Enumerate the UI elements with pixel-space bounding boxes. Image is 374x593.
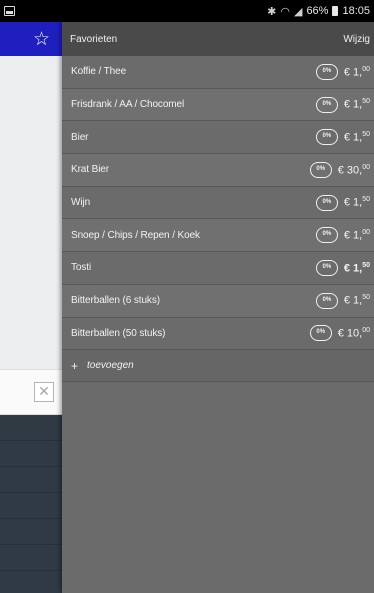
favorite-item-name: Bitterballen (50 stuks): [71, 327, 166, 339]
price-cents: 00: [362, 327, 370, 335]
discount-badge[interactable]: 0%: [315, 63, 338, 80]
favorite-item-name: Frisdrank / AA / Chocomel: [71, 99, 185, 111]
favorite-item[interactable]: Krat Bier 0% € 30,00: [62, 154, 374, 187]
price-main: € 1,: [343, 229, 363, 242]
background-dark-row: [0, 467, 62, 493]
signal-icon: ◢: [293, 5, 303, 18]
favorite-item[interactable]: Bitterballen (6 stuks) 0% € 1,50: [62, 284, 374, 318]
battery-percent: 66%: [306, 5, 329, 17]
favorite-item-right: 0% € 1,50: [315, 194, 370, 211]
edit-button[interactable]: Wijzig: [343, 34, 370, 45]
price-main: € 1,: [343, 98, 363, 111]
discount-badge[interactable]: 0%: [315, 194, 338, 211]
favorite-item-price: € 30,00: [338, 164, 370, 177]
price-cents: 00: [362, 65, 370, 73]
price-cents: 00: [362, 228, 370, 236]
favorites-panel: Favorieten Wijzig Koffie / Thee 0% € 1,00 F…: [62, 22, 374, 593]
discount-badge[interactable]: 0%: [315, 227, 338, 244]
favorite-item[interactable]: Snoep / Chips / Repen / Koek 0% € 1,00: [62, 219, 374, 253]
favorite-item-name: Tosti: [71, 262, 92, 274]
price-cents: 50: [362, 196, 370, 204]
favorite-item-price: € 1,50: [344, 294, 370, 307]
price-cents: 50: [362, 130, 370, 138]
wifi-icon: ◠: [280, 5, 290, 18]
favorite-item-right: 0% € 1,50: [315, 292, 370, 309]
background-dark-row: [0, 545, 62, 571]
clock: 18:05: [342, 5, 370, 17]
discount-badge[interactable]: 0%: [315, 96, 338, 113]
background-dark-row: [0, 415, 62, 441]
favorite-item-name: Snoep / Chips / Repen / Koek: [71, 229, 200, 241]
favorite-item-right: 0% € 30,00: [309, 161, 370, 178]
favorite-item-right: 0% € 1,50: [315, 129, 370, 146]
background-app-header: ☆: [0, 22, 62, 56]
favorite-item[interactable]: Wijn 0% € 1,50: [62, 187, 374, 220]
favorite-item[interactable]: Bier 0% € 1,50: [62, 121, 374, 155]
favorite-item-price: € 1,00: [344, 66, 370, 79]
price-cents: 50: [362, 98, 370, 106]
price-main: € 1,: [343, 131, 363, 144]
favorite-item[interactable]: Tosti 0% € 1,50: [62, 252, 374, 285]
background-dark-row: [0, 519, 62, 545]
favorite-item[interactable]: Koffie / Thee 0% € 1,00: [62, 56, 374, 89]
discount-badge[interactable]: 0%: [309, 325, 332, 342]
favorite-item-name: Wijn: [71, 197, 91, 209]
price-cents: 50: [362, 294, 370, 302]
price-main: € 1,: [343, 262, 363, 275]
status-bar: ✱ ◠ ◢ 66% 18:05: [0, 0, 374, 22]
price-main: € 1,: [343, 294, 363, 307]
background-dark-list: [0, 415, 62, 593]
favorite-item-price: € 1,50: [344, 98, 370, 111]
price-main: € 10,: [337, 327, 363, 340]
close-icon[interactable]: ✕: [34, 382, 54, 402]
background-app: ☆ ✕: [0, 22, 62, 593]
favorite-item-right: 0% € 1,00: [315, 227, 370, 244]
favorite-item-right: 0% € 1,50: [315, 259, 370, 276]
price-main: € 1,: [343, 66, 363, 79]
favorite-item-price: € 1,00: [344, 229, 370, 242]
price-main: € 30,: [337, 164, 363, 177]
background-dark-row: [0, 441, 62, 467]
price-cents: 00: [362, 163, 370, 171]
discount-badge[interactable]: 0%: [315, 292, 338, 309]
add-favorite-label: toevoegen: [87, 360, 134, 372]
favorites-list: Koffie / Thee 0% € 1,00 Frisdrank / AA / Ch…: [62, 56, 374, 351]
price-cents: 50: [362, 261, 370, 269]
discount-badge[interactable]: 0%: [315, 259, 338, 276]
plus-icon: +: [71, 358, 79, 373]
favorite-item-name: Krat Bier: [71, 164, 110, 176]
add-favorite-button[interactable]: + toevoegen: [62, 350, 374, 383]
bluetooth-icon: ✱: [267, 5, 277, 18]
notification-icon: [4, 6, 15, 16]
favorite-item-name: Bitterballen (6 stuks): [71, 295, 160, 307]
favorite-item-price: € 1,50: [344, 131, 370, 144]
star-icon[interactable]: ☆: [33, 30, 50, 49]
discount-badge[interactable]: 0%: [315, 129, 338, 146]
favorites-header: Favorieten Wijzig: [62, 22, 374, 56]
price-main: € 1,: [343, 196, 363, 209]
battery-icon: [332, 6, 339, 16]
favorite-item-price: € 10,00: [338, 327, 370, 340]
background-close-row: ✕: [0, 369, 62, 415]
favorite-item-price: € 1,50: [344, 196, 370, 209]
favorite-item-right: 0% € 10,00: [309, 325, 370, 342]
favorite-item-right: 0% € 1,50: [315, 96, 370, 113]
favorite-item-price: € 1,50: [344, 262, 370, 275]
discount-badge[interactable]: 0%: [309, 161, 332, 178]
favorite-item-right: 0% € 1,00: [315, 63, 370, 80]
favorite-item-name: Bier: [71, 131, 89, 143]
favorite-item[interactable]: Frisdrank / AA / Chocomel 0% € 1,50: [62, 88, 374, 122]
favorite-item[interactable]: Bitterballen (50 stuks) 0% € 10,00: [62, 318, 374, 351]
background-dark-row: [0, 493, 62, 519]
favorites-title: Favorieten: [70, 33, 118, 45]
favorite-item-name: Koffie / Thee: [71, 66, 127, 78]
